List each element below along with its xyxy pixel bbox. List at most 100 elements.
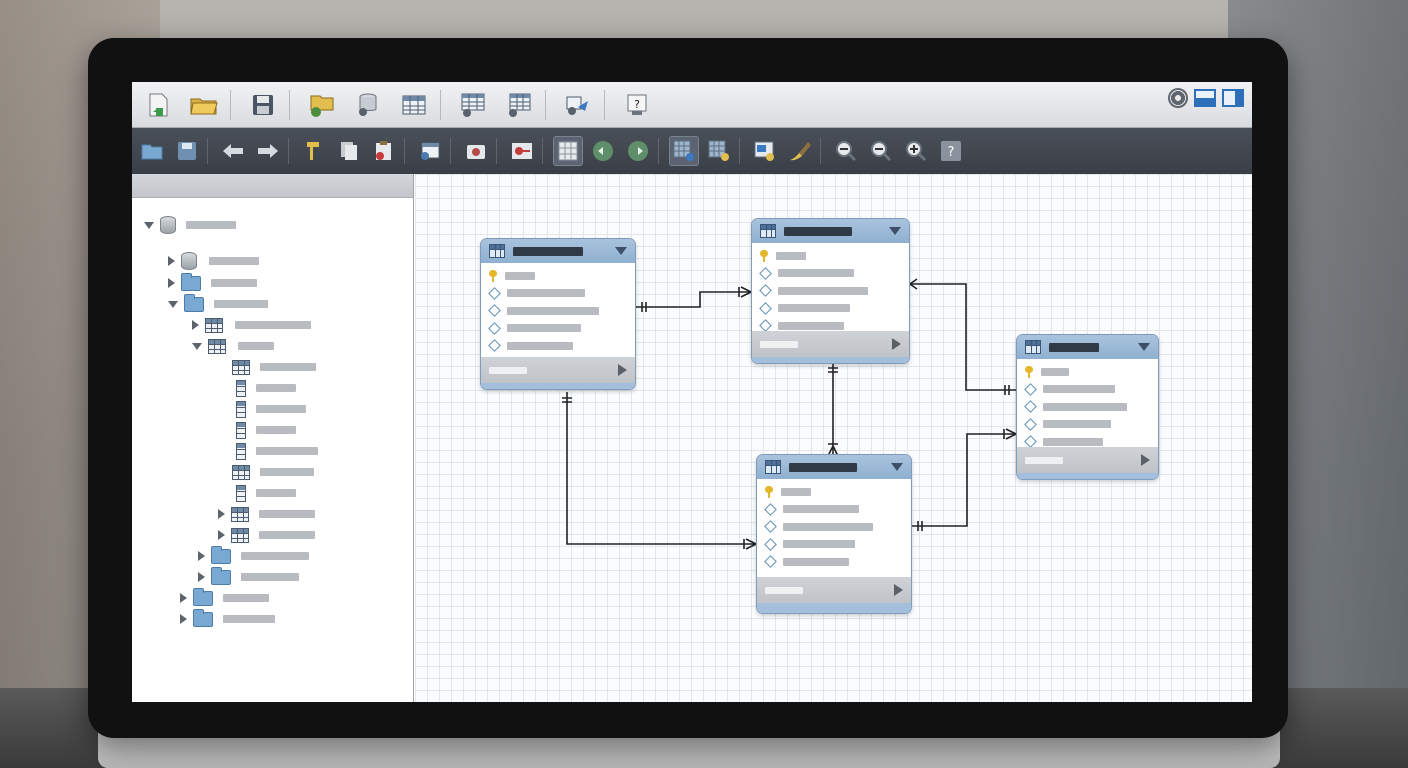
relationship-line[interactable] bbox=[636, 291, 751, 308]
zoom-in-icon[interactable] bbox=[901, 136, 931, 166]
tree-item-folder[interactable] bbox=[168, 272, 257, 292]
tree-item-column[interactable] bbox=[232, 463, 314, 481]
column-row[interactable] bbox=[759, 300, 901, 318]
tree-item-schema[interactable] bbox=[168, 252, 259, 270]
column-row[interactable] bbox=[1025, 363, 1150, 381]
entity-footer[interactable] bbox=[757, 577, 911, 603]
expand-icon[interactable] bbox=[192, 320, 199, 330]
tree-item-folder[interactable] bbox=[180, 587, 269, 607]
save-as-icon[interactable] bbox=[172, 136, 202, 166]
tree-item-column[interactable] bbox=[236, 484, 296, 502]
forward-arrow-icon[interactable] bbox=[253, 136, 283, 166]
snapshot-icon[interactable] bbox=[461, 136, 491, 166]
column-row[interactable] bbox=[764, 518, 903, 536]
expand-icon[interactable] bbox=[218, 509, 225, 519]
column-row[interactable] bbox=[760, 247, 901, 265]
grid-icon[interactable] bbox=[553, 136, 583, 166]
tree-item-folder[interactable] bbox=[198, 566, 299, 586]
column-row[interactable] bbox=[764, 553, 903, 571]
layout-vertical-icon[interactable] bbox=[1222, 89, 1244, 107]
cut-icon[interactable] bbox=[299, 136, 329, 166]
dropdown-icon[interactable] bbox=[1138, 343, 1150, 351]
gear-icon[interactable] bbox=[1168, 88, 1188, 108]
tree-item-foreign-key[interactable] bbox=[218, 526, 315, 544]
tree-item-table[interactable] bbox=[192, 316, 311, 334]
grid-select-icon[interactable] bbox=[669, 136, 699, 166]
zoom-reset-icon[interactable] bbox=[866, 136, 896, 166]
column-row[interactable] bbox=[764, 501, 903, 519]
expand-icon[interactable] bbox=[180, 614, 187, 624]
column-row[interactable] bbox=[1024, 416, 1150, 434]
expand-arrow-icon[interactable] bbox=[618, 364, 627, 376]
help-icon[interactable]: ? bbox=[617, 86, 657, 124]
expand-icon[interactable] bbox=[168, 256, 175, 266]
zoom-out-icon[interactable] bbox=[831, 136, 861, 166]
collapse-icon[interactable] bbox=[192, 342, 202, 350]
column-row[interactable] bbox=[488, 302, 627, 320]
expand-arrow-icon[interactable] bbox=[1141, 454, 1150, 466]
dropdown-icon[interactable] bbox=[889, 227, 901, 235]
brush-icon[interactable] bbox=[785, 136, 815, 166]
tree-item-column[interactable] bbox=[236, 379, 296, 397]
open-folder-icon[interactable] bbox=[184, 86, 224, 124]
column-row[interactable] bbox=[1024, 398, 1150, 416]
diagram-canvas[interactable] bbox=[415, 174, 1252, 702]
entity-header[interactable] bbox=[757, 455, 911, 479]
routine-icon[interactable] bbox=[558, 86, 598, 124]
entity-card[interactable] bbox=[756, 454, 912, 614]
column-row[interactable] bbox=[759, 282, 901, 300]
dropdown-icon[interactable] bbox=[891, 463, 903, 471]
tree-item-table-expanded[interactable] bbox=[192, 337, 274, 355]
entity-footer[interactable] bbox=[481, 357, 635, 383]
column-row[interactable] bbox=[1024, 381, 1150, 399]
collapse-icon[interactable] bbox=[144, 221, 154, 229]
relationship-tool-icon[interactable] bbox=[499, 86, 539, 124]
expand-arrow-icon[interactable] bbox=[892, 338, 901, 350]
column-row[interactable] bbox=[764, 536, 903, 554]
tree-item-column[interactable] bbox=[236, 400, 306, 418]
entity-footer[interactable] bbox=[752, 331, 909, 357]
go-back-icon[interactable] bbox=[588, 136, 618, 166]
copy-icon[interactable] bbox=[334, 136, 364, 166]
expand-arrow-icon[interactable] bbox=[894, 584, 903, 596]
layout-horizontal-icon[interactable] bbox=[1194, 89, 1216, 107]
relationship-line[interactable] bbox=[566, 392, 756, 545]
tree-item-column[interactable] bbox=[232, 358, 316, 376]
expand-icon[interactable] bbox=[180, 593, 187, 603]
entity-header[interactable] bbox=[1017, 335, 1158, 359]
tree-item-folder[interactable] bbox=[180, 608, 275, 628]
expand-icon[interactable] bbox=[168, 278, 175, 288]
save-icon[interactable] bbox=[243, 86, 283, 124]
column-row[interactable] bbox=[759, 265, 901, 283]
column-row[interactable] bbox=[488, 337, 627, 355]
table-import-icon[interactable] bbox=[415, 136, 445, 166]
tree-item-column[interactable] bbox=[236, 421, 296, 439]
entity-card[interactable] bbox=[1016, 334, 1159, 480]
grid-settings-icon[interactable] bbox=[704, 136, 734, 166]
column-row[interactable] bbox=[488, 285, 627, 303]
tree-item-folder[interactable] bbox=[198, 545, 309, 565]
collapse-icon[interactable] bbox=[168, 300, 178, 308]
table-edit-icon[interactable] bbox=[453, 86, 493, 124]
back-arrow-icon[interactable] bbox=[218, 136, 248, 166]
entity-card[interactable] bbox=[480, 238, 636, 390]
new-model-icon[interactable] bbox=[138, 86, 178, 124]
column-row[interactable] bbox=[489, 267, 627, 285]
tree-item-index[interactable] bbox=[218, 505, 315, 523]
tree-item-column[interactable] bbox=[236, 442, 318, 460]
folder-icon[interactable] bbox=[137, 136, 167, 166]
relationship-line[interactable] bbox=[910, 283, 1016, 391]
expand-icon[interactable] bbox=[218, 530, 225, 540]
entity-header[interactable] bbox=[481, 239, 635, 263]
column-row[interactable] bbox=[488, 320, 627, 338]
help-icon[interactable]: ? bbox=[936, 136, 966, 166]
key-icon[interactable] bbox=[507, 136, 537, 166]
column-row[interactable] bbox=[765, 483, 903, 501]
tree-item-folder-tables[interactable] bbox=[168, 293, 268, 313]
expand-icon[interactable] bbox=[198, 551, 205, 561]
paste-icon[interactable] bbox=[369, 136, 399, 166]
export-image-icon[interactable] bbox=[750, 136, 780, 166]
entity-header[interactable] bbox=[752, 219, 909, 243]
expand-icon[interactable] bbox=[198, 572, 205, 582]
relationship-line[interactable] bbox=[912, 433, 1016, 527]
